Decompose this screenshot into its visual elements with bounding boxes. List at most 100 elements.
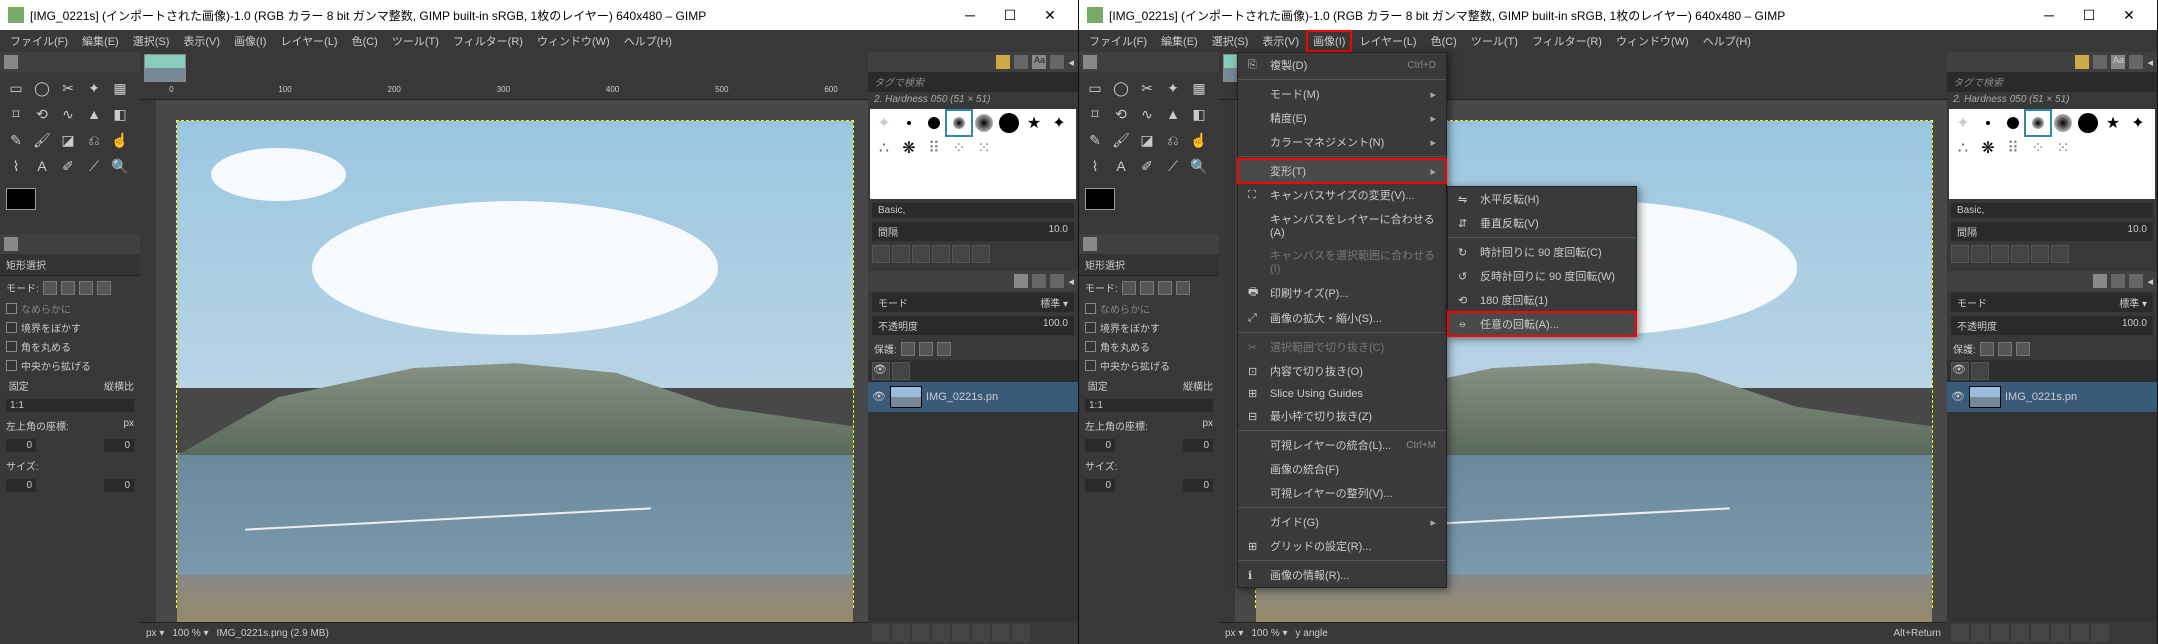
- pos-x-field[interactable]: 0: [1085, 439, 1115, 452]
- tool-warp[interactable]: ∿: [1135, 102, 1159, 126]
- brush-item[interactable]: [2051, 111, 2075, 135]
- layer-del-icon[interactable]: [2091, 624, 2109, 642]
- menu-guides[interactable]: ガイド(G)▸: [1238, 510, 1446, 534]
- opacity-slider[interactable]: 不透明度100.0: [1951, 316, 2153, 335]
- submenu-flip-v[interactable]: ⇵垂直反転(V): [1448, 211, 1636, 235]
- layer-dup-icon[interactable]: [2031, 624, 2049, 642]
- antialias-checkbox[interactable]: [1085, 303, 1096, 314]
- maximize-button[interactable]: ☐: [990, 7, 1030, 24]
- tool-ellipse-select[interactable]: ◯: [30, 76, 54, 100]
- layer-group-icon[interactable]: [1971, 624, 1989, 642]
- minimize-button[interactable]: ─: [950, 7, 990, 23]
- brush-refresh-icon[interactable]: [2031, 245, 2049, 263]
- history-tab-icon[interactable]: [2129, 55, 2143, 69]
- mode-replace-icon[interactable]: [1122, 281, 1136, 295]
- basic-tag[interactable]: Basic,: [872, 203, 1074, 218]
- fg-bg-color[interactable]: [1079, 182, 1219, 216]
- close-button[interactable]: ✕: [1030, 7, 1070, 24]
- brush-item[interactable]: [972, 111, 996, 135]
- brush-item[interactable]: ✦: [1047, 111, 1071, 135]
- tool-gradient[interactable]: ◧: [1187, 102, 1211, 126]
- fonts-tab-icon[interactable]: Aa: [2111, 55, 2125, 69]
- layers-tab-icon[interactable]: [2093, 274, 2107, 288]
- layer-row[interactable]: 👁 IMG_0221s.pn: [1947, 382, 2157, 412]
- menu-grid[interactable]: ⊞グリッドの設定(R)...: [1238, 534, 1446, 558]
- mode-sub-icon[interactable]: [79, 281, 93, 295]
- layer-visible-icon[interactable]: 👁: [1951, 390, 1965, 404]
- lock-alpha-icon[interactable]: [937, 342, 951, 356]
- tool-smudge[interactable]: ☝: [108, 128, 132, 152]
- lock-pos-icon[interactable]: [919, 342, 933, 356]
- brush-item[interactable]: ⁙: [972, 136, 996, 160]
- menu-fit-canvas[interactable]: キャンバスをレイヤーに合わせる(A): [1238, 207, 1446, 243]
- brush-item[interactable]: ✦: [2126, 111, 2150, 135]
- brush-item[interactable]: ★: [1022, 111, 1046, 135]
- tooloptions-tab-icon[interactable]: [4, 237, 18, 251]
- brush-item[interactable]: [2026, 111, 2050, 135]
- mode-int-icon[interactable]: [1176, 281, 1190, 295]
- channels-tab-icon[interactable]: [2111, 274, 2125, 288]
- menu-select[interactable]: 選択(S): [127, 31, 176, 51]
- paths-tab-icon[interactable]: [1050, 274, 1064, 288]
- menu-image[interactable]: 画像(I): [228, 31, 272, 51]
- size-w-field[interactable]: 0: [1085, 479, 1115, 492]
- brush-item[interactable]: ∴: [872, 136, 896, 160]
- brush-new-icon[interactable]: [892, 245, 910, 263]
- brush-item[interactable]: ❋: [897, 136, 921, 160]
- tool-brush[interactable]: 🖌: [30, 128, 54, 152]
- lock-pos-icon[interactable]: [1998, 342, 2012, 356]
- tool-path[interactable]: ⌇: [1083, 154, 1107, 178]
- lock-alpha-icon[interactable]: [2016, 342, 2030, 356]
- brush-item[interactable]: ✦: [1951, 111, 1975, 135]
- brush-refresh-icon[interactable]: [952, 245, 970, 263]
- menu-colors[interactable]: 色(C): [346, 31, 384, 51]
- layers-tab-menu-icon[interactable]: ◂: [1068, 275, 1074, 288]
- menu-flatten[interactable]: 画像の統合(F): [1238, 457, 1446, 481]
- toolbox-tab-icon[interactable]: [4, 55, 18, 69]
- brush-item[interactable]: ⁘: [2026, 136, 2050, 160]
- tool-color-select[interactable]: ▦: [108, 76, 132, 100]
- submenu-flip-h[interactable]: ⇋水平反転(H): [1448, 187, 1636, 211]
- brush-item[interactable]: ⠿: [922, 136, 946, 160]
- channels-tab-icon[interactable]: [1032, 274, 1046, 288]
- brush-open-icon[interactable]: [972, 245, 990, 263]
- layer-row[interactable]: 👁 IMG_0221s.pn: [868, 382, 1078, 412]
- tool-clone[interactable]: ⎌: [1161, 128, 1185, 152]
- brush-edit-icon[interactable]: [1951, 245, 1969, 263]
- mode-replace-icon[interactable]: [43, 281, 57, 295]
- brush-item[interactable]: [947, 111, 971, 135]
- menu-file[interactable]: ファイル(F): [4, 31, 74, 51]
- menu-print-size[interactable]: 🖶印刷サイズ(P)...: [1238, 279, 1446, 306]
- layer-dup-icon[interactable]: [952, 624, 970, 642]
- pos-y-field[interactable]: 0: [104, 439, 134, 452]
- menu-zealous-crop[interactable]: ⊟最小枠で切り抜き(Z): [1238, 404, 1446, 428]
- aspect-field[interactable]: 1:1: [1085, 399, 1213, 412]
- menu-image[interactable]: 画像(I): [1307, 31, 1351, 51]
- layers-tab-icon[interactable]: [1014, 274, 1028, 288]
- tool-text[interactable]: A: [30, 154, 54, 178]
- menu-tools[interactable]: ツール(T): [1465, 31, 1524, 51]
- opacity-slider[interactable]: 不透明度100.0: [872, 316, 1074, 335]
- tab-menu-icon[interactable]: ◂: [1068, 56, 1074, 69]
- canvas-viewport[interactable]: [156, 100, 868, 622]
- layer-new-icon[interactable]: [1951, 624, 1969, 642]
- tool-zoom[interactable]: 🔍: [1187, 154, 1211, 178]
- tab-menu-icon[interactable]: ◂: [2147, 56, 2153, 69]
- menu-windows[interactable]: ウィンドウ(W): [531, 31, 616, 51]
- tool-text[interactable]: A: [1109, 154, 1133, 178]
- brush-dup-icon[interactable]: [912, 245, 930, 263]
- submenu-rotate-180[interactable]: ⟲180 度回転(1): [1448, 288, 1636, 312]
- tool-zoom[interactable]: 🔍: [108, 154, 132, 178]
- tool-free-select[interactable]: ✂: [1135, 76, 1159, 100]
- menu-canvas-size[interactable]: ⛶キャンバスサイズの変更(V)...: [1238, 183, 1446, 207]
- tool-path[interactable]: ⌇: [4, 154, 28, 178]
- image-tab-thumb[interactable]: [144, 54, 186, 82]
- tool-transform[interactable]: ⟲: [30, 102, 54, 126]
- feather-checkbox[interactable]: [1085, 322, 1096, 333]
- maximize-button[interactable]: ☐: [2069, 7, 2109, 24]
- tool-free-select[interactable]: ✂: [56, 76, 80, 100]
- brush-del-icon[interactable]: [932, 245, 950, 263]
- brush-item[interactable]: ★: [2101, 111, 2125, 135]
- menu-file[interactable]: ファイル(F): [1083, 31, 1153, 51]
- tool-brush[interactable]: 🖌: [1109, 128, 1133, 152]
